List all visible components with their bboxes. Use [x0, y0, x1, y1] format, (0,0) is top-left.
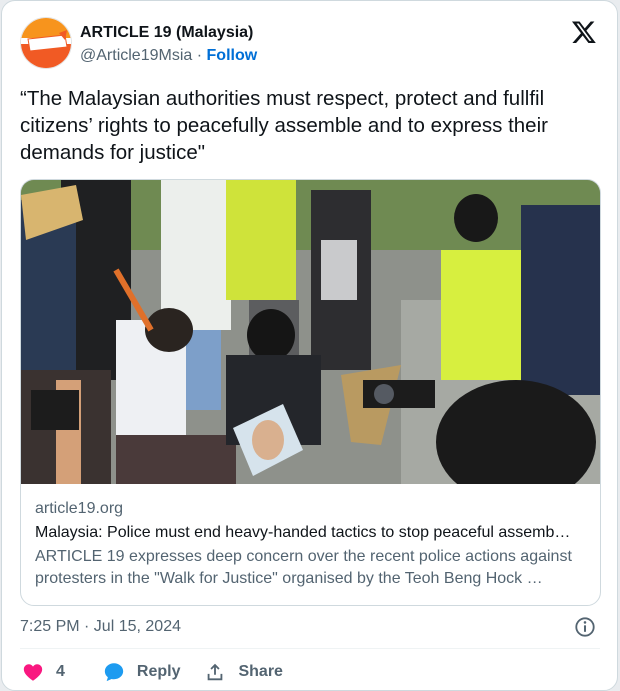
follow-button[interactable]: Follow — [207, 47, 258, 64]
link-preview-card[interactable]: article19.org Malaysia: Police must end … — [20, 179, 601, 606]
link-preview-image — [21, 180, 600, 484]
link-description-line-2: protesters in the "Walk for Justice" org… — [35, 570, 543, 587]
share-button[interactable]: Share — [204, 661, 283, 683]
article19-logo — [21, 18, 71, 68]
info-icon[interactable] — [574, 616, 596, 638]
tweet-embed-card: ARTICLE 19 (Malaysia) @Article19Msia · F… — [1, 0, 618, 691]
link-description-line-1: ARTICLE 19 expresses deep concern over t… — [35, 548, 572, 565]
link-description: ARTICLE 19 expresses deep concern over t… — [35, 546, 591, 590]
tweet-text: “The Malaysian authorities must respect,… — [20, 87, 554, 164]
heart-icon — [23, 664, 43, 681]
author-names: ARTICLE 19 (Malaysia) @Article19Msia · F… — [80, 23, 257, 67]
x-logo-icon[interactable] — [571, 19, 597, 45]
reply-label: Reply — [136, 663, 181, 680]
author-handle[interactable]: @Article19Msia — [80, 47, 192, 64]
reply-bubble-icon — [104, 663, 124, 682]
link-card-meta: article19.org Malaysia: Police must end … — [35, 498, 591, 590]
link-domain: article19.org — [35, 500, 124, 517]
handle-separator: · — [196, 47, 203, 64]
share-icon — [208, 663, 223, 681]
share-label: Share — [238, 663, 283, 680]
like-count: 4 — [56, 663, 65, 680]
divider — [20, 648, 600, 649]
tweet-header: ARTICLE 19 (Malaysia) @Article19Msia · F… — [20, 15, 601, 75]
action-bar: 4 Reply Share — [22, 659, 307, 685]
author-handle-row: @Article19Msia · Follow — [80, 45, 257, 67]
avatar[interactable] — [20, 17, 72, 69]
timestamp[interactable]: 7:25 PM · Jul 15, 2024 — [20, 618, 181, 635]
link-title: Malaysia: Police must end heavy-handed t… — [35, 524, 571, 541]
like-button[interactable]: 4 — [22, 661, 79, 683]
author-display-name[interactable]: ARTICLE 19 (Malaysia) — [80, 23, 257, 43]
timestamp-row: 7:25 PM · Jul 15, 2024 — [20, 615, 600, 641]
reply-button[interactable]: Reply — [103, 661, 181, 683]
